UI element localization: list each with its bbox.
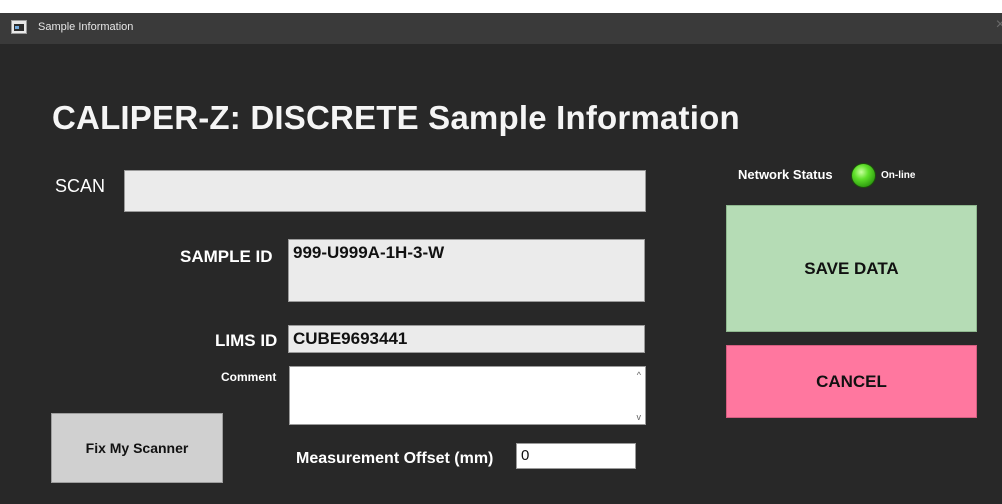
save-data-button[interactable]: SAVE DATA bbox=[726, 205, 977, 332]
title-bar: Sample Information × bbox=[0, 13, 1002, 44]
network-status-label: Network Status bbox=[738, 167, 833, 182]
comment-label: Comment bbox=[221, 370, 277, 384]
comment-textarea[interactable]: ^ v bbox=[289, 366, 646, 425]
scroll-up-icon[interactable]: ^ bbox=[637, 370, 641, 380]
lims-id-label: LIMS ID bbox=[215, 331, 278, 350]
cancel-button[interactable]: CANCEL bbox=[726, 345, 977, 418]
measurement-offset-input[interactable]: 0 bbox=[516, 443, 636, 469]
app-window-icon bbox=[11, 20, 27, 34]
scan-input[interactable] bbox=[124, 170, 646, 212]
sample-information-window: Sample Information × CALIPER-Z: DISCRETE… bbox=[0, 13, 1002, 504]
sample-id-field[interactable]: 999-U999A-1H-3-W bbox=[288, 239, 645, 302]
window-title: Sample Information bbox=[38, 21, 134, 33]
network-status-indicator-icon bbox=[851, 163, 876, 188]
scan-label: SCAN bbox=[55, 176, 106, 196]
network-status-text: On-line bbox=[881, 170, 916, 181]
sample-id-label: SAMPLE ID bbox=[180, 247, 273, 266]
measurement-offset-label: Measurement Offset (mm) bbox=[296, 450, 494, 467]
close-icon[interactable]: × bbox=[996, 17, 1002, 33]
page-title: CALIPER-Z: DISCRETE Sample Information bbox=[52, 99, 740, 136]
lims-id-field[interactable]: CUBE9693441 bbox=[288, 325, 645, 353]
scroll-down-icon[interactable]: v bbox=[637, 412, 642, 422]
fix-scanner-button[interactable]: Fix My Scanner bbox=[51, 413, 223, 483]
